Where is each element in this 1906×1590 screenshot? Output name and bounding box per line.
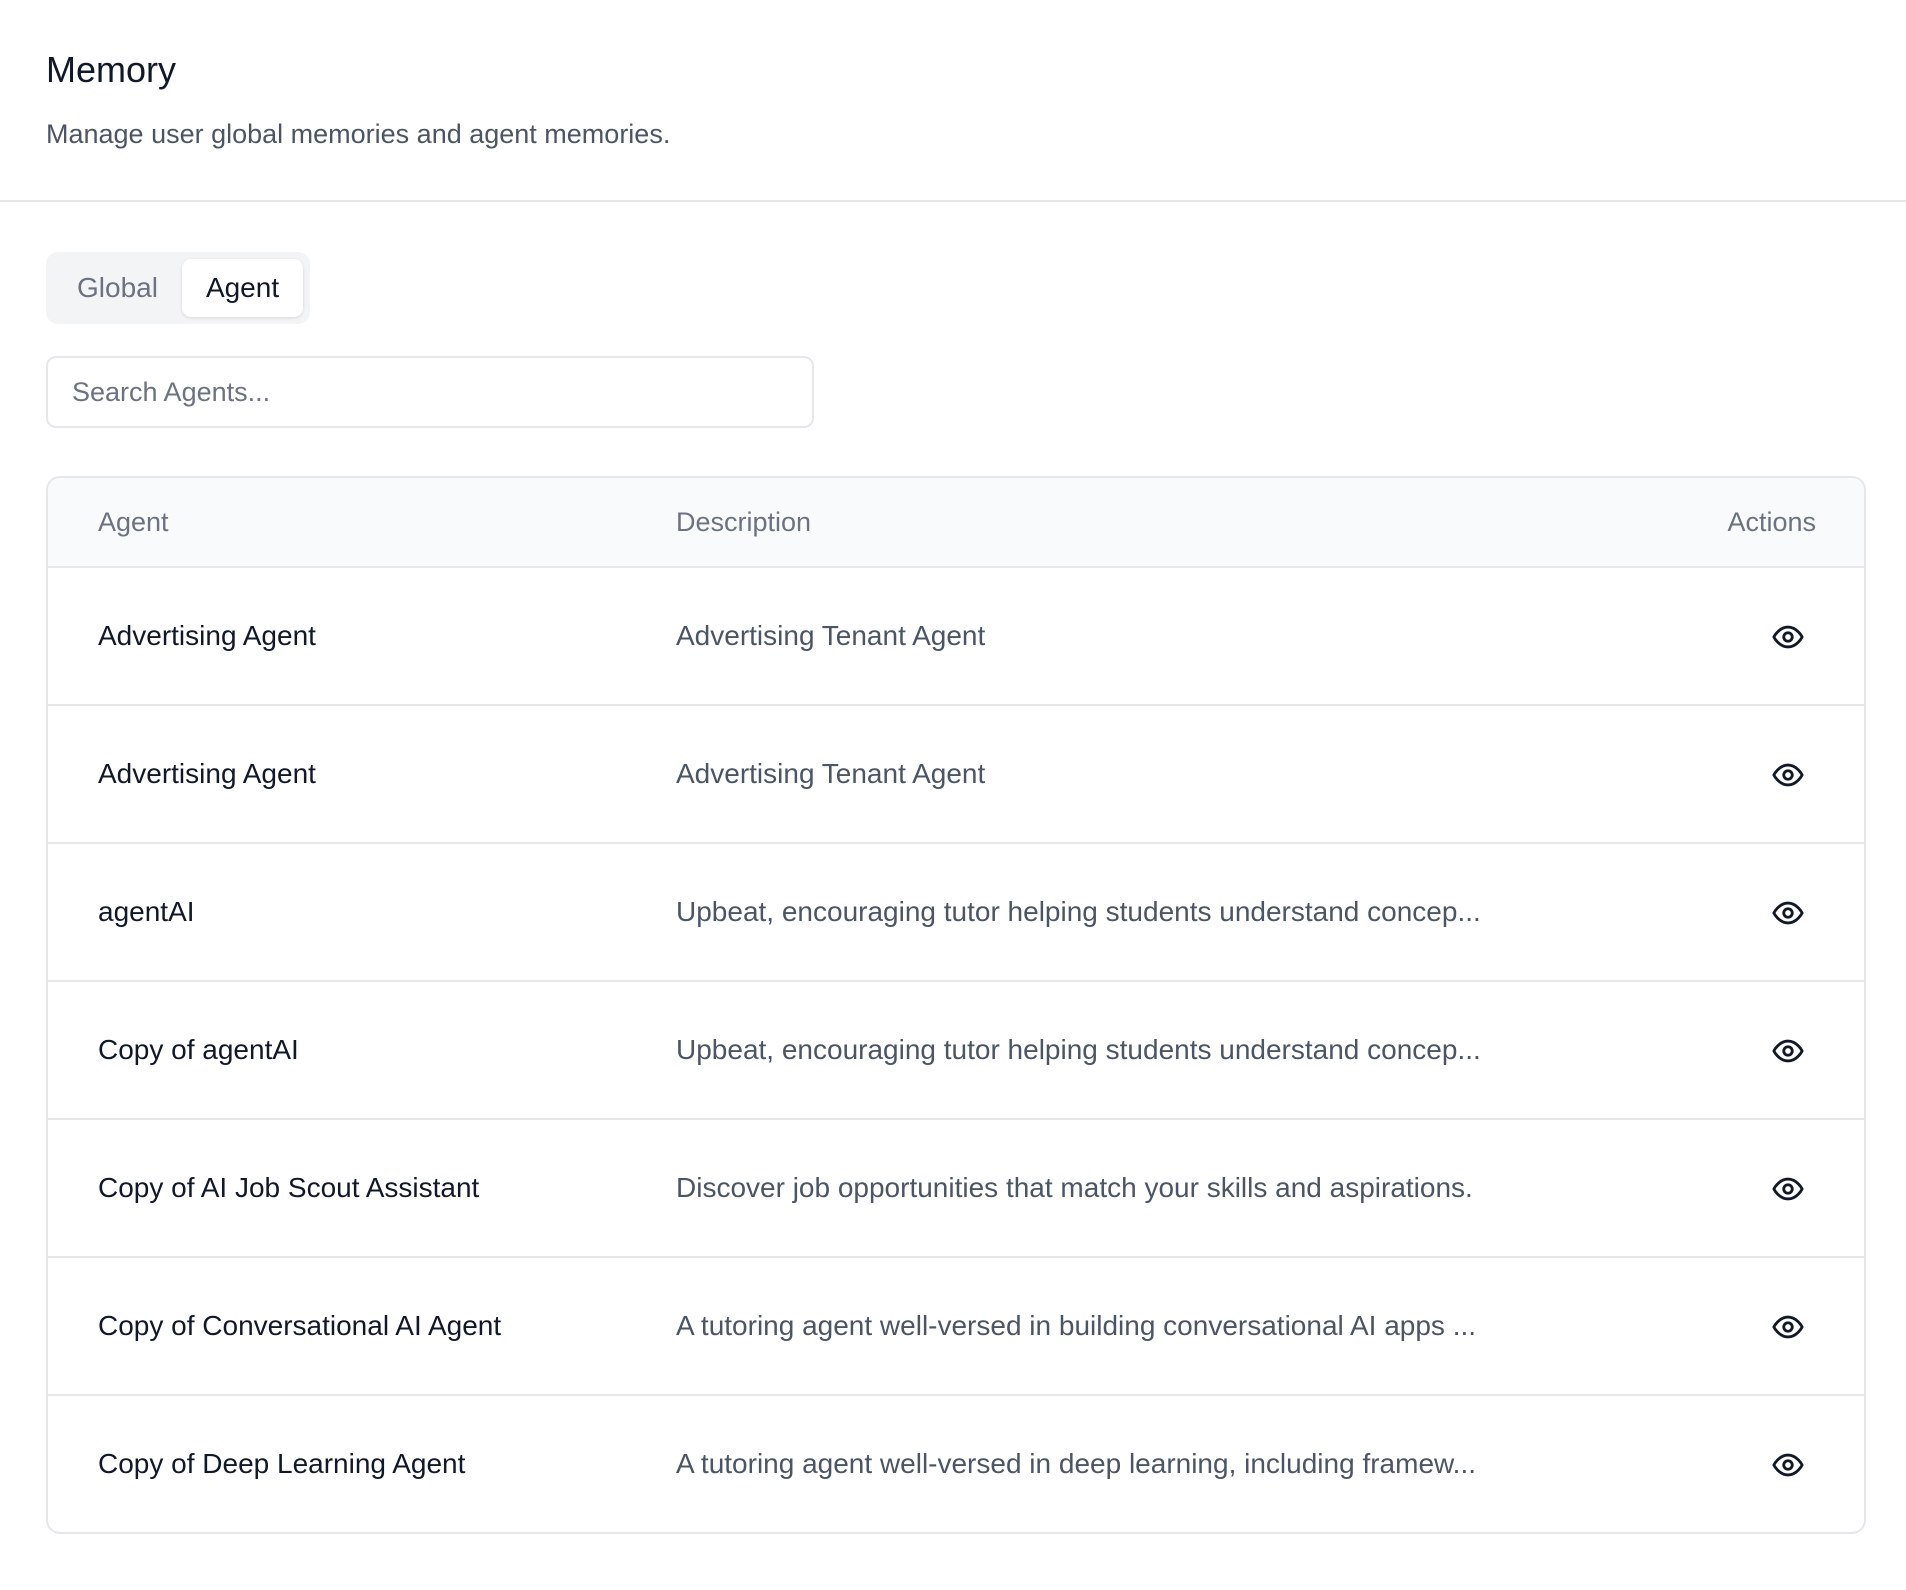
column-header-description: Description — [676, 507, 812, 537]
eye-icon — [1772, 763, 1804, 787]
agent-description: Discover job opportunities that match yo… — [676, 1172, 1473, 1203]
agent-description: A tutoring agent well-versed in deep lea… — [676, 1448, 1477, 1479]
view-memory-button[interactable] — [1766, 615, 1810, 659]
table-header: Agent Description Actions — [48, 478, 1864, 568]
page-subtitle: Manage user global memories and agent me… — [46, 119, 671, 149]
table-row: Advertising Agent Advertising Tenant Age… — [48, 568, 1864, 706]
eye-icon — [1772, 1039, 1804, 1063]
table-row: Copy of Deep Learning Agent A tutoring a… — [48, 1396, 1864, 1532]
view-memory-button[interactable] — [1766, 891, 1810, 935]
eye-icon — [1772, 1177, 1804, 1201]
table-row: agentAI Upbeat, encouraging tutor helpin… — [48, 844, 1864, 982]
view-memory-button[interactable] — [1766, 1443, 1810, 1487]
agent-description: A tutoring agent well-versed in building… — [676, 1310, 1477, 1341]
agent-name: Copy of Deep Learning Agent — [98, 1448, 466, 1479]
view-memory-button[interactable] — [1766, 1167, 1810, 1211]
column-header-actions: Actions — [1727, 507, 1816, 537]
agent-name: Copy of Conversational AI Agent — [98, 1310, 502, 1341]
table-row: Advertising Agent Advertising Tenant Age… — [48, 706, 1864, 844]
agent-description: Advertising Tenant Agent — [676, 758, 986, 789]
memory-tabs: Global Agent — [46, 252, 311, 324]
view-memory-button[interactable] — [1766, 1029, 1810, 1073]
eye-icon — [1772, 625, 1804, 649]
table-row: Copy of agentAI Upbeat, encouraging tuto… — [48, 982, 1864, 1120]
eye-icon — [1772, 1315, 1804, 1339]
page-title: Memory — [46, 49, 177, 90]
tab-global[interactable]: Global — [53, 259, 182, 317]
view-memory-button[interactable] — [1766, 1305, 1810, 1349]
eye-icon — [1772, 901, 1804, 925]
agent-name: Advertising Agent — [98, 758, 316, 789]
page-header: Memory Manage user global memories and a… — [0, 0, 1906, 202]
view-memory-button[interactable] — [1766, 753, 1810, 797]
table-row: Copy of Conversational AI Agent A tutori… — [48, 1258, 1864, 1396]
agent-description: Advertising Tenant Agent — [676, 620, 986, 651]
search-agents-input[interactable] — [46, 356, 814, 428]
agent-description: Upbeat, encouraging tutor helping studen… — [676, 896, 1481, 927]
eye-icon — [1772, 1453, 1804, 1477]
agent-name: Advertising Agent — [98, 620, 316, 651]
table-row: Copy of AI Job Scout Assistant Discover … — [48, 1120, 1864, 1258]
agents-table: Agent Description Actions Advertising Ag… — [46, 476, 1866, 1534]
column-header-agent: Agent — [98, 507, 169, 537]
tab-agent[interactable]: Agent — [181, 259, 304, 317]
agent-name: agentAI — [98, 896, 195, 927]
agent-name: Copy of AI Job Scout Assistant — [98, 1172, 480, 1203]
agent-description: Upbeat, encouraging tutor helping studen… — [676, 1034, 1481, 1065]
agent-name: Copy of agentAI — [98, 1034, 299, 1065]
